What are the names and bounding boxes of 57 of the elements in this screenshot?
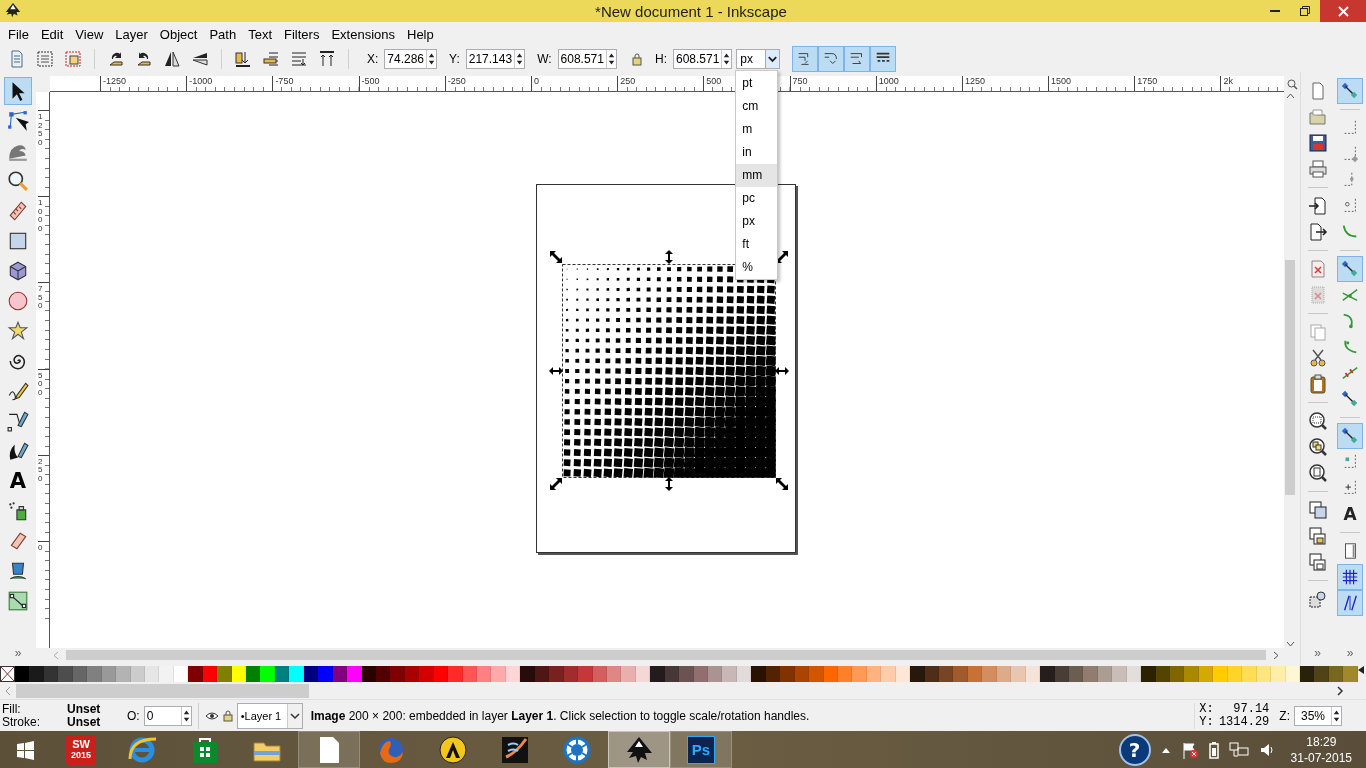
menu-option[interactable]: px — [736, 210, 778, 233]
stroke-label: Stroke: — [2, 715, 41, 729]
status-message: Image 200 × 200: embedded in layer Layer 1. Click selection to toggle scale/rotation handles. — [310, 708, 810, 723]
fill-value[interactable]: Unset — [67, 702, 117, 716]
cursor-y-value: 1314.29 — [1217, 715, 1270, 729]
number-field[interactable]: 608.571 — [672, 49, 733, 69]
number-field[interactable]: 217.143 — [465, 49, 526, 69]
menu-option[interactable]: in — [736, 141, 778, 164]
overflow-button[interactable]: » — [14, 646, 22, 660]
field-label: H: — [654, 52, 667, 66]
cursor-y-label: Y: — [1199, 715, 1215, 729]
menu-item[interactable]: Object — [153, 26, 204, 42]
menu-item[interactable]: Text — [242, 26, 278, 42]
menu-option[interactable]: pt — [736, 72, 778, 95]
menu-item[interactable]: View — [69, 26, 110, 42]
tool-button[interactable]: A — [4, 467, 32, 495]
overflow-button[interactable]: » — [1346, 646, 1354, 660]
menu-item[interactable]: Edit — [34, 26, 70, 42]
field-label: W: — [537, 52, 552, 66]
menu-option[interactable]: cm — [736, 95, 778, 118]
menu-option[interactable]: mm — [736, 164, 778, 187]
layer-dropdown[interactable]: •Layer 1 — [236, 702, 303, 729]
menu-option[interactable]: pc — [736, 187, 778, 210]
number-field[interactable]: 608.571 — [557, 49, 617, 69]
logo-text: SW — [72, 738, 90, 750]
field-label: X: — [367, 52, 379, 66]
zoom-label: Z: — [1279, 708, 1290, 723]
stroke-value[interactable]: Unset — [67, 715, 117, 729]
menu-item[interactable]: Filters — [278, 26, 326, 42]
window-title: *New document 1 - Inkscape — [594, 2, 788, 20]
taskbar-app[interactable]: SW 2015 — [50, 731, 112, 768]
cursor-x-value: 97.14 — [1232, 702, 1270, 716]
help-button[interactable]: ? — [1118, 733, 1151, 766]
cursor-x-label: X: — [1199, 702, 1215, 716]
ruler-label: 750 — [38, 282, 49, 369]
menu-item[interactable]: Help — [401, 26, 440, 42]
clock-time[interactable]: 18:29 — [1306, 733, 1337, 750]
logo-text: 2015 — [71, 749, 91, 761]
menu-option[interactable]: m — [736, 118, 778, 141]
overflow-button[interactable]: » — [1314, 646, 1321, 660]
opacity-label: O: — [127, 708, 140, 723]
snap-toggle[interactable]: A — [1337, 501, 1363, 527]
menu-item[interactable]: Path — [203, 26, 243, 42]
field-label: Y: — [449, 52, 460, 66]
opacity-field[interactable]: 0 — [143, 705, 192, 726]
ruler-label: -750 — [272, 76, 359, 91]
taskbar-app[interactable]: Ps — [670, 731, 732, 768]
fill-label: Fill: — [2, 702, 22, 716]
menu-item[interactable]: Layer — [109, 26, 154, 42]
menu-option[interactable]: ft — [736, 233, 778, 256]
clock-date[interactable]: 31-07-2015 — [1290, 749, 1352, 766]
menu-item[interactable]: Extensions — [325, 26, 401, 42]
app-logo: Ps — [687, 735, 715, 764]
menu-item[interactable]: File — [2, 26, 35, 42]
zoom-field[interactable]: 35% — [1294, 705, 1342, 726]
number-field[interactable]: 74.286 — [384, 49, 438, 69]
menu-option[interactable]: % — [736, 256, 778, 279]
